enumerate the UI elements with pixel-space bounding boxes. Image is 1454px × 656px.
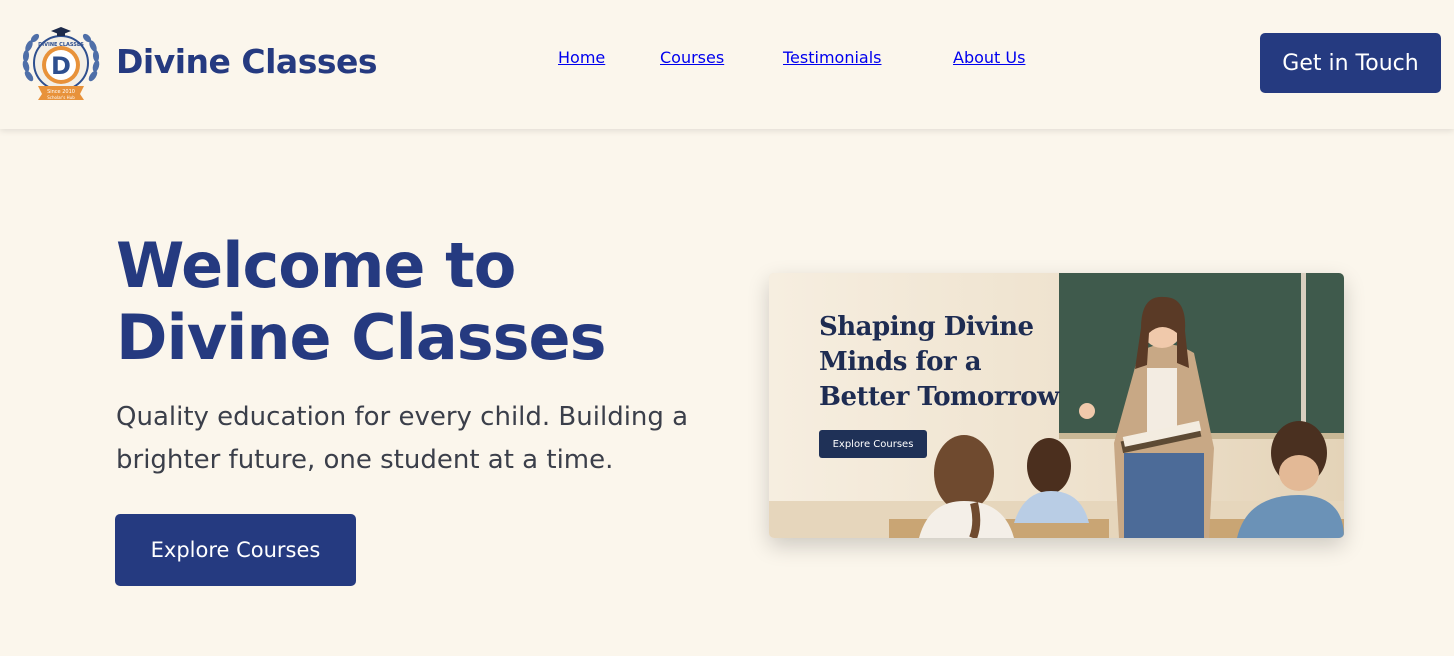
hero-title: Welcome to Divine Classes — [116, 230, 676, 374]
hero-banner-image: Shaping Divine Minds for a Better Tomorr… — [769, 273, 1344, 538]
site-header: D DIVINE CLASSES Since 2010 Scholar's Hu… — [0, 0, 1454, 129]
brand-logo-emblem: D DIVINE CLASSES Since 2010 Scholar's Hu… — [22, 27, 100, 100]
nav-item-courses[interactable]: Courses — [660, 48, 724, 67]
banner-explore-courses-button: Explore Courses — [819, 430, 927, 458]
hero-title-line-1: Welcome to — [116, 229, 516, 302]
banner-title-line-3: Better Tomorrow — [819, 382, 1060, 412]
svg-text:D: D — [51, 52, 71, 80]
explore-courses-button[interactable]: Explore Courses — [115, 514, 356, 586]
banner-title-line-2: Minds for a — [819, 347, 982, 377]
nav-item-testimonials[interactable]: Testimonials — [783, 48, 882, 67]
brand-name[interactable]: Divine Classes — [116, 42, 378, 81]
banner-title: Shaping Divine Minds for a Better Tomorr… — [819, 310, 1069, 415]
hero-subtitle: Quality education for every child. Build… — [116, 402, 689, 475]
svg-text:Scholar's Hub: Scholar's Hub — [47, 95, 75, 100]
brand-logo[interactable]: D DIVINE CLASSES Since 2010 Scholar's Hu… — [20, 24, 102, 102]
get-in-touch-button[interactable]: Get in Touch — [1260, 33, 1441, 93]
svg-text:DIVINE CLASSES: DIVINE CLASSES — [38, 42, 84, 48]
nav-item-about-us[interactable]: About Us — [953, 48, 1025, 67]
nav-item-home[interactable]: Home — [558, 48, 605, 67]
hero-title-line-2: Divine Classes — [116, 301, 607, 374]
banner-title-line-1: Shaping Divine — [819, 312, 1034, 342]
